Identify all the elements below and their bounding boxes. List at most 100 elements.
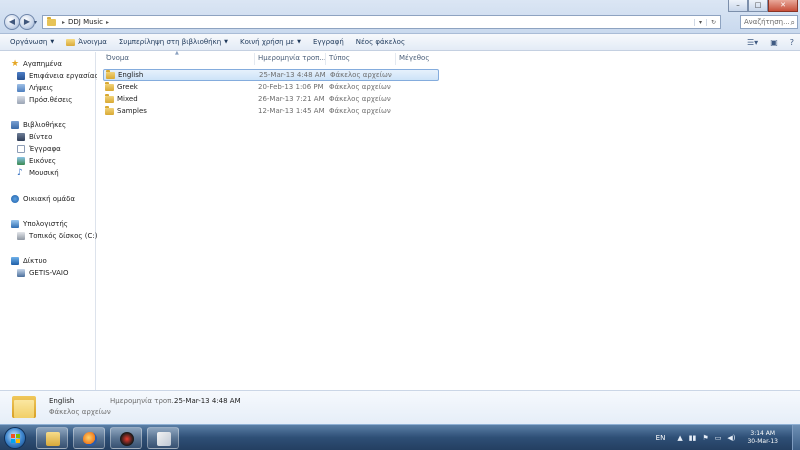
show-desktop-button[interactable] bbox=[792, 425, 800, 450]
recent-pages-dropdown[interactable]: ▾ bbox=[34, 19, 37, 26]
address-dropdown-button[interactable]: ▾ bbox=[693, 18, 706, 26]
chevron-right-icon[interactable]: ▸ bbox=[106, 19, 109, 26]
help-icon[interactable]: ? bbox=[784, 38, 800, 47]
nav-item-network[interactable]: Δίκτυο bbox=[11, 255, 47, 266]
file-row-mixed[interactable]: Mixed 26-Mar-13 7:21 AM Φάκελος αρχείων bbox=[103, 94, 439, 106]
power-icon[interactable]: ▭ bbox=[715, 434, 722, 442]
column-header-row: ▲ Όνομα Ημερομηνία τροπ... Τύπος Μέγεθος bbox=[97, 50, 800, 66]
refresh-button[interactable]: ↻ bbox=[705, 18, 720, 26]
taskbar-explorer-button[interactable] bbox=[36, 427, 68, 449]
nav-item-music[interactable]: ♪ Μουσική bbox=[17, 167, 59, 178]
column-header-type[interactable]: Τύπος bbox=[329, 54, 350, 62]
nav-item-local-disk[interactable]: Τοπικός δίσκος (C:) bbox=[17, 230, 97, 241]
file-row-greek[interactable]: Greek 20-Feb-13 1:06 PM Φάκελος αρχείων bbox=[103, 82, 439, 94]
breadcrumb-item[interactable]: DDJ Music bbox=[68, 18, 103, 26]
clock-date: 30-Mar-13 bbox=[747, 438, 778, 445]
documents-icon bbox=[17, 144, 25, 153]
taskbar-paint-button[interactable] bbox=[147, 427, 179, 449]
nav-item-favorites[interactable]: ★ Αγαπημένα bbox=[11, 58, 62, 69]
nav-item-downloads[interactable]: Λήψεις bbox=[17, 82, 53, 93]
nav-item-pictures[interactable]: Εικόνες bbox=[17, 155, 56, 166]
view-options-icon[interactable]: ☰▾ bbox=[741, 38, 764, 47]
chevron-down-icon: ▼ bbox=[50, 39, 55, 45]
folder-icon bbox=[12, 396, 36, 418]
search-placeholder: Αναζήτηση... bbox=[744, 18, 790, 26]
videos-icon bbox=[17, 132, 25, 141]
network-status-icon[interactable]: ▮▮ bbox=[689, 434, 697, 442]
folder-icon bbox=[46, 432, 60, 446]
share-with-button[interactable]: Κοινή χρήση με ▼ bbox=[234, 38, 307, 46]
column-header-name[interactable]: Όνομα bbox=[106, 54, 129, 62]
folder-icon bbox=[105, 82, 114, 91]
nav-item-libraries[interactable]: Βιβλιοθήκες bbox=[11, 119, 66, 130]
system-tray: EN ▲ ▮▮ ⚑ ▭ ◀) 3:14 AM 30-Mar-13 bbox=[656, 425, 800, 450]
forward-button[interactable]: ▶ bbox=[19, 14, 35, 30]
organize-button[interactable]: Οργάνωση ▼ bbox=[0, 38, 60, 46]
firefox-icon bbox=[83, 432, 97, 446]
taskbar-dj-app-button[interactable] bbox=[110, 427, 142, 449]
nav-item-documents[interactable]: Έγγραφα bbox=[17, 143, 61, 154]
file-row-samples[interactable]: Samples 12-Mar-13 1:45 AM Φάκελος αρχείω… bbox=[103, 106, 439, 118]
minimize-button[interactable]: – bbox=[728, 0, 748, 12]
window-controls: – □ ✕ bbox=[728, 0, 798, 12]
details-type: Φάκελος αρχείων bbox=[49, 408, 111, 416]
nav-item-computer[interactable]: Υπολογιστής bbox=[11, 218, 68, 229]
volume-icon[interactable]: ◀) bbox=[727, 434, 735, 442]
windows-logo-icon bbox=[11, 434, 20, 443]
column-divider[interactable] bbox=[254, 53, 255, 65]
music-icon: ♪ bbox=[17, 167, 23, 178]
show-hidden-icons-icon[interactable]: ▲ bbox=[677, 434, 682, 442]
chevron-right-icon[interactable]: ▸ bbox=[62, 19, 65, 26]
clock[interactable]: 3:14 AM 30-Mar-13 bbox=[747, 430, 778, 446]
new-folder-button[interactable]: Νέος φάκελος bbox=[350, 38, 411, 46]
folder-icon bbox=[105, 94, 114, 103]
clock-time: 3:14 AM bbox=[750, 430, 776, 437]
nav-item-desktop[interactable]: Επιφάνεια εργασίας bbox=[17, 70, 99, 81]
computer-icon bbox=[17, 268, 25, 277]
desktop-icon bbox=[17, 71, 25, 80]
search-icon[interactable]: ⌕ bbox=[791, 17, 795, 28]
star-icon: ★ bbox=[11, 58, 20, 69]
homegroup-icon bbox=[11, 194, 19, 203]
back-arrow-icon: ◀ bbox=[8, 17, 16, 26]
recent-places-icon bbox=[17, 95, 25, 104]
close-button[interactable]: ✕ bbox=[768, 0, 798, 12]
libraries-icon bbox=[11, 120, 19, 129]
include-in-library-button[interactable]: Συμπερίληψη στη βιβλιοθήκη ▼ bbox=[113, 38, 234, 46]
nav-item-recent-places[interactable]: Πρόσ.θέσεις bbox=[17, 94, 72, 105]
search-input[interactable]: Αναζήτηση... ⌕ bbox=[740, 15, 798, 29]
command-bar: Οργάνωση ▼ Άνοιγμα Συμπερίληψη στη βιβλιο… bbox=[0, 34, 800, 51]
details-date-value: 25-Mar-13 4:48 AM bbox=[174, 397, 241, 405]
file-row-english[interactable]: English 25-Mar-13 4:48 AM Φάκελος αρχείω… bbox=[103, 69, 439, 81]
details-pane: English Φάκελος αρχείων Ημερομηνία τροπ.… bbox=[0, 390, 800, 424]
pictures-icon bbox=[17, 156, 25, 165]
folder-icon bbox=[105, 106, 114, 115]
address-input[interactable]: ▸ DDJ Music ▸ ▾ ↻ bbox=[42, 15, 721, 29]
sort-ascending-icon: ▲ bbox=[175, 50, 179, 56]
maximize-button[interactable]: □ bbox=[748, 0, 768, 12]
nav-item-getis-vaio[interactable]: GETIS-VAIO bbox=[17, 267, 68, 278]
chevron-down-icon: ▼ bbox=[224, 39, 228, 45]
taskbar: EN ▲ ▮▮ ⚑ ▭ ◀) 3:14 AM 30-Mar-13 bbox=[0, 424, 800, 450]
details-name: English bbox=[49, 397, 75, 405]
local-disk-icon bbox=[17, 231, 25, 240]
action-center-icon[interactable]: ⚑ bbox=[702, 434, 708, 442]
details-date-label: Ημερομηνία τροπ... bbox=[110, 397, 179, 405]
start-button[interactable] bbox=[4, 427, 26, 449]
dj-app-icon bbox=[120, 432, 134, 446]
column-divider[interactable] bbox=[395, 53, 396, 65]
column-divider[interactable] bbox=[325, 53, 326, 65]
column-header-size[interactable]: Μέγεθος bbox=[399, 54, 429, 62]
language-indicator[interactable]: EN bbox=[656, 434, 666, 442]
open-button[interactable]: Άνοιγμα bbox=[60, 38, 113, 46]
network-icon bbox=[11, 256, 19, 265]
nav-item-videos[interactable]: Βίντεο bbox=[17, 131, 52, 142]
taskbar-firefox-button[interactable] bbox=[73, 427, 105, 449]
back-button[interactable]: ◀ bbox=[4, 14, 20, 30]
nav-item-homegroup[interactable]: Οικιακή ομάδα bbox=[11, 193, 75, 204]
column-header-date[interactable]: Ημερομηνία τροπ... bbox=[258, 54, 326, 62]
preview-pane-icon[interactable]: ▣ bbox=[764, 38, 784, 47]
burn-button[interactable]: Εγγραφή bbox=[307, 38, 350, 46]
chevron-down-icon: ▼ bbox=[297, 39, 301, 45]
downloads-icon bbox=[17, 83, 25, 92]
